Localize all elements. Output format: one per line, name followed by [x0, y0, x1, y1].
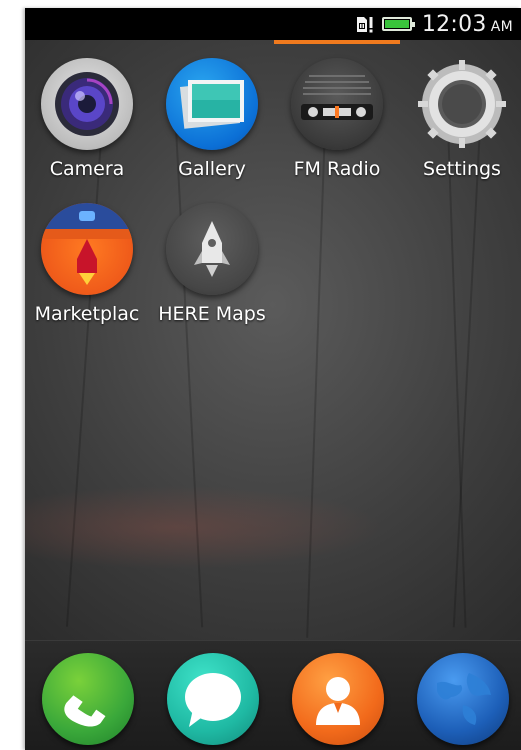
browser-globe-icon[interactable] [417, 653, 509, 745]
battery-level [384, 20, 409, 28]
battery-icon [381, 17, 415, 31]
app-camera[interactable]: Camera [27, 58, 147, 180]
app-marketplace[interactable]: Marketplac [27, 203, 147, 325]
app-label: Camera [49, 158, 125, 180]
status-icons: 12:03 AM [356, 8, 513, 40]
contacts-icon[interactable] [292, 653, 384, 745]
app-label: FM Radio [293, 158, 381, 180]
phone-icon[interactable] [42, 653, 134, 745]
marketplace-icon [41, 203, 133, 295]
phone-screen: 12:03 AM Camera Gallery FM Radio Setting… [25, 8, 521, 750]
app-fm-radio[interactable]: FM Radio [277, 58, 397, 180]
app-here-maps[interactable]: HERE Maps [152, 203, 272, 325]
dock [25, 640, 521, 750]
app-label: Gallery [178, 158, 246, 180]
clock-ampm: AM [490, 18, 513, 35]
sim-warning-icon [356, 14, 374, 34]
page-indicator [274, 40, 400, 44]
status-clock: 12:03 AM [422, 12, 513, 37]
camera-icon [41, 58, 133, 150]
clock-time: 12:03 [421, 11, 487, 37]
settings-gear-icon [416, 58, 508, 150]
gallery-icon [166, 58, 258, 150]
app-label: Settings [423, 158, 501, 180]
app-label: HERE Maps [158, 303, 266, 325]
fm-radio-icon [291, 58, 383, 150]
app-label: Marketplac [34, 303, 140, 325]
messages-icon[interactable] [167, 653, 259, 745]
app-gallery[interactable]: Gallery [152, 58, 272, 180]
here-maps-icon [166, 203, 258, 295]
app-settings[interactable]: Settings [402, 58, 521, 180]
status-bar: 12:03 AM [25, 8, 521, 40]
